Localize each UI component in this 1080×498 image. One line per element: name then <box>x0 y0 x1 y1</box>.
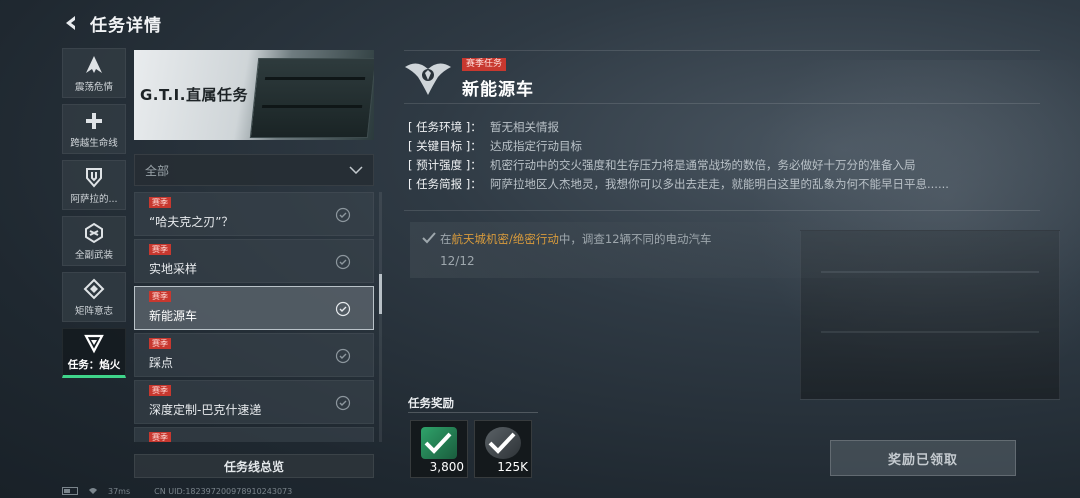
task-list-scrollbar[interactable] <box>379 192 382 442</box>
info-value: 机密行动中的交火强度和生存压力将是通常战场的数倍，务必做好十万分的准备入局 <box>490 158 916 172</box>
rail-item-label: 全副武装 <box>74 249 113 261</box>
season-task-tag: 赛季任务 <box>462 58 507 71</box>
task-name: 踩点 <box>149 356 174 370</box>
eagle-emblem-icon <box>405 63 451 95</box>
page-title: 任务详情 <box>90 15 162 36</box>
completed-check-icon <box>335 254 351 270</box>
task-name: 新能源车 <box>149 309 198 323</box>
info-key: [ 任务简报 ]： <box>408 177 482 191</box>
ping-readout: 37ms <box>108 486 131 496</box>
task-filter-dropdown[interactable]: 全部 <box>134 154 374 186</box>
task-item[interactable]: 赛季 深度定制-巴克什速递 <box>134 380 374 424</box>
objective-card: 在航天城机密/绝密行动中，调查12辆不同的电动汽车 12/12 <box>410 222 1010 278</box>
completed-check-icon <box>335 207 351 223</box>
chevron-down-icon <box>349 166 363 174</box>
task-item[interactable]: 赛季 <box>134 427 374 442</box>
season-tag: 赛季 <box>149 432 171 442</box>
completed-check-icon <box>335 348 351 364</box>
season-tag: 赛季 <box>149 385 171 396</box>
task-item[interactable]: 赛季 实地采样 <box>134 239 374 283</box>
rewards-heading: 任务奖励 <box>408 396 454 410</box>
info-row-briefing: [ 任务简报 ]： 阿萨拉地区人杰地灵，我想你可以多出去走走，就能明白这里的乱象… <box>408 175 1038 194</box>
task-item-selected[interactable]: 赛季 新能源车 <box>134 286 374 330</box>
completed-check-icon <box>335 395 351 411</box>
mission-line-banner: G.T.I.直属任务 <box>134 50 374 140</box>
task-item[interactable]: 赛季 踩点 <box>134 333 374 377</box>
season-tag: 赛季 <box>149 244 171 255</box>
rail-item-label: 震荡危情 <box>74 81 113 93</box>
mission-info: [ 任务环境 ]： 暂无相关情报 [ 关键目标 ]： 达成指定行动目标 [ 预计… <box>408 118 1038 194</box>
rail-item-fireworks[interactable]: 任务：焰火 <box>62 328 126 378</box>
mission-line-overview-button[interactable]: 任务线总览 <box>134 454 374 478</box>
info-key: [ 关键目标 ]： <box>408 139 482 153</box>
season-tag: 赛季 <box>149 338 171 349</box>
hexagon-knot-icon <box>85 222 103 243</box>
claimed-check-icon <box>424 432 452 454</box>
info-key: [ 预计强度 ]： <box>408 158 482 172</box>
reward-claimed-button[interactable]: 奖励已领取 <box>830 440 1016 476</box>
rail-item-label: 矩阵意志 <box>74 305 113 317</box>
rail-item-asala[interactable]: 阿萨拉的... <box>62 160 126 210</box>
divider <box>404 50 1040 51</box>
page-header: 任务详情 <box>62 10 162 36</box>
rail-item-armed[interactable]: 全副武装 <box>62 216 126 266</box>
task-list[interactable]: 赛季 “哈夫克之刃”？ 赛季 实地采样 赛季 新能源车 赛季 踩点 赛季 深度定… <box>134 192 374 442</box>
mission-title: 新能源车 <box>462 80 534 100</box>
plus-icon <box>86 112 102 129</box>
season-tag: 赛季 <box>149 197 171 208</box>
rail-item-lifeline[interactable]: 跨越生命线 <box>62 104 126 154</box>
rail-item-label: 阿萨拉的... <box>70 193 118 205</box>
shield-icon <box>86 167 102 188</box>
objective-prefix: 在 <box>440 232 452 246</box>
reward-item[interactable]: 125K <box>474 420 532 478</box>
info-value: 阿萨拉地区人杰地灵，我想你可以多出去走走，就能明白这里的乱象为何不能早日平息..… <box>490 177 949 191</box>
check-icon <box>422 232 436 244</box>
objective-suffix: 中，调查12辆不同的电动汽车 <box>558 232 712 246</box>
uid-readout: CN UID:182397200978910243073 <box>154 486 293 496</box>
season-tag: 赛季 <box>149 291 171 302</box>
crate-illustration <box>249 58 374 138</box>
back-arrow-icon[interactable] <box>62 14 80 32</box>
objective-location: 航天城机密/绝密行动 <box>451 232 559 246</box>
info-row-intensity: [ 预计强度 ]： 机密行动中的交火强度和生存压力将是通常战场的数倍，务必做好十… <box>408 156 1038 175</box>
info-row-objective: [ 关键目标 ]： 达成指定行动目标 <box>408 137 1038 156</box>
task-name: 深度定制-巴克什速递 <box>149 403 262 417</box>
banner-title: G.T.I.直属任务 <box>140 86 248 104</box>
objective-progress: 12/12 <box>440 254 475 268</box>
rail-item-label: 任务：焰火 <box>67 359 121 371</box>
a-shard-icon <box>86 55 102 73</box>
task-name: “哈夫克之刃”？ <box>149 215 234 229</box>
completed-check-icon <box>335 301 351 317</box>
info-row-environment: [ 任务环境 ]： 暂无相关情报 <box>408 118 1038 137</box>
filter-selected-value: 全部 <box>145 163 170 178</box>
diamond-arrows-icon <box>83 278 105 299</box>
rail-item-shock-crisis[interactable]: 震荡危情 <box>62 48 126 98</box>
rail-item-label: 跨越生命线 <box>70 137 118 149</box>
reward-item[interactable]: 3,800 <box>410 420 468 478</box>
info-value: 达成指定行动目标 <box>490 139 582 153</box>
rail-item-matrix[interactable]: 矩阵意志 <box>62 272 126 322</box>
divider <box>404 210 1040 211</box>
claimed-check-icon <box>488 432 516 454</box>
info-value: 暂无相关情报 <box>490 120 559 134</box>
objective-text: 在航天城机密/绝密行动中，调查12辆不同的电动汽车 <box>440 231 712 247</box>
status-bar: 37ms CN UID:182397200978910243073 <box>62 485 292 497</box>
divider <box>408 412 538 413</box>
wifi-icon <box>89 488 97 494</box>
divider <box>404 103 1040 104</box>
triangle-mark-icon <box>84 334 104 354</box>
info-key: [ 任务环境 ]： <box>408 120 482 134</box>
reward-quantity: 125K <box>497 460 528 474</box>
reward-quantity: 3,800 <box>429 460 464 474</box>
task-name: 实地采样 <box>149 262 198 276</box>
task-item[interactable]: 赛季 “哈夫克之刃”？ <box>134 192 374 236</box>
scrollbar-thumb[interactable] <box>379 274 382 314</box>
category-rail: 震荡危情 跨越生命线 阿萨拉的... 全副武装 矩阵意志 任务：焰火 <box>62 48 126 384</box>
battery-icon <box>62 487 78 495</box>
